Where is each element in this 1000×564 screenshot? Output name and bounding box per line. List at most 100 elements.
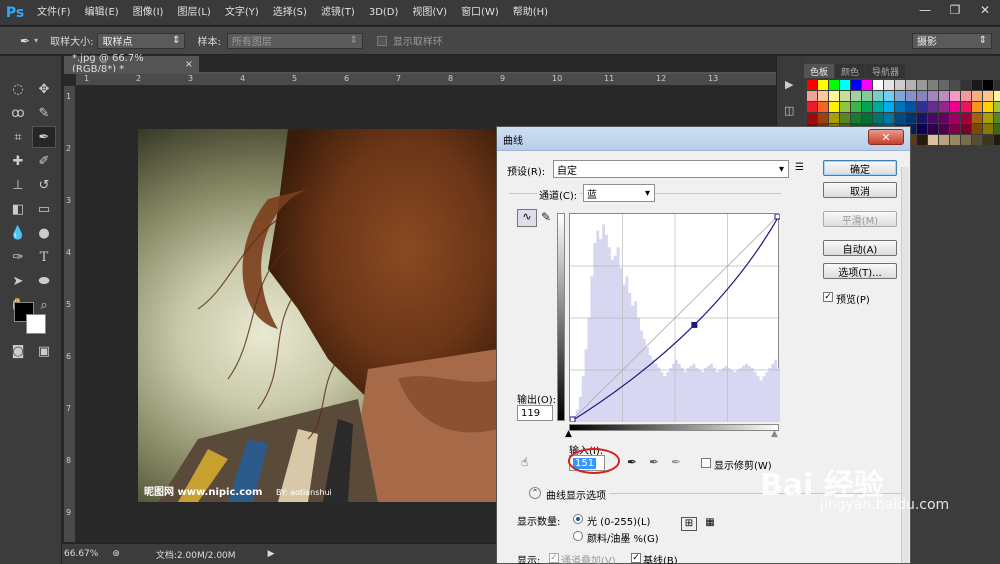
curve-point[interactable] (691, 321, 698, 328)
color-swatch[interactable] (884, 80, 894, 90)
color-swatch[interactable] (829, 113, 839, 123)
ok-button[interactable]: 确定 (823, 160, 897, 176)
color-swatch[interactable] (939, 113, 949, 123)
eraser-tool-icon[interactable]: ◧ (6, 198, 30, 220)
menu-item-1[interactable]: 编辑(E) (78, 0, 126, 26)
path-select-tool-icon[interactable]: ➤ (6, 270, 30, 292)
move-tool-icon[interactable]: ✥ (32, 78, 56, 100)
color-swatch[interactable] (906, 102, 916, 112)
color-swatch[interactable] (994, 80, 1000, 90)
color-swatch[interactable] (983, 113, 993, 123)
color-swatch[interactable] (961, 124, 971, 134)
color-swatch[interactable] (972, 135, 982, 145)
options-button[interactable]: 选项(T)... (823, 263, 897, 279)
channel-overlay-checkbox[interactable]: ✓ (549, 553, 559, 563)
light-radio[interactable] (573, 514, 583, 524)
white-point-slider-icon[interactable]: ▲ (771, 429, 778, 439)
preset-options-icon[interactable]: ☰ (795, 162, 804, 173)
color-swatch[interactable] (807, 91, 817, 101)
color-swatch[interactable] (972, 124, 982, 134)
grid-detailed-icon[interactable]: ▦ (703, 517, 717, 531)
color-swatch[interactable] (851, 113, 861, 123)
color-swatch[interactable] (950, 80, 960, 90)
color-swatch[interactable] (917, 135, 927, 145)
marquee-tool-icon[interactable]: ◌ (6, 78, 30, 100)
color-swatch[interactable] (807, 113, 817, 123)
color-swatch[interactable] (895, 102, 905, 112)
menu-item-5[interactable]: 选择(S) (266, 0, 314, 26)
color-swatch[interactable] (807, 102, 817, 112)
color-swatch[interactable] (818, 80, 828, 90)
color-swatch[interactable] (928, 102, 938, 112)
color-swatch[interactable] (961, 113, 971, 123)
hand-adjust-icon[interactable]: ☝ (521, 455, 528, 469)
color-swatch[interactable] (818, 113, 828, 123)
crop-tool-icon[interactable]: ⌗ (6, 126, 30, 148)
color-swatch[interactable] (873, 113, 883, 123)
curve-edit-icon[interactable]: ∿ (517, 209, 537, 227)
color-swatch[interactable] (862, 80, 872, 90)
color-swatch[interactable] (939, 91, 949, 101)
color-swatch[interactable] (994, 102, 1000, 112)
color-swatch[interactable] (950, 102, 960, 112)
color-swatch[interactable] (972, 91, 982, 101)
screen-mode-icon[interactable]: ▣ (32, 340, 56, 362)
color-swatch[interactable] (818, 91, 828, 101)
minimize-button[interactable]: — (910, 0, 940, 20)
menu-item-4[interactable]: 文字(Y) (218, 0, 266, 26)
color-swatch[interactable] (807, 80, 817, 90)
color-swatch[interactable] (939, 135, 949, 145)
menu-item-10[interactable]: 帮助(H) (506, 0, 555, 26)
healing-brush-tool-icon[interactable]: ✚ (6, 150, 30, 172)
color-swatch[interactable] (961, 91, 971, 101)
color-swatch[interactable] (829, 80, 839, 90)
blur-tool-icon[interactable]: 💧 (6, 222, 30, 244)
cancel-button[interactable]: 取消 (823, 182, 897, 198)
sample-size-select[interactable]: 取样点 ⇕ (97, 32, 186, 49)
color-swatch[interactable] (862, 102, 872, 112)
ellipse-tool-icon[interactable]: ⬬ (32, 270, 56, 292)
color-swatch[interactable] (840, 102, 850, 112)
status-icon[interactable]: ⊛ (112, 549, 120, 559)
color-swatch[interactable] (851, 91, 861, 101)
smooth-button[interactable]: 平滑(M) (823, 211, 897, 227)
curve-point[interactable] (774, 213, 781, 220)
color-swatch[interactable] (917, 91, 927, 101)
color-swatch[interactable] (961, 135, 971, 145)
lasso-tool-icon[interactable]: ꝏ (6, 102, 30, 124)
show-ring-checkbox[interactable] (376, 35, 387, 46)
eyedropper-tool-icon[interactable]: ✒ (32, 126, 56, 148)
color-swatch[interactable] (906, 80, 916, 90)
type-tool-icon[interactable]: T (32, 246, 56, 268)
zoom-tool-icon[interactable]: ⌕ (32, 294, 56, 316)
gradient-tool-icon[interactable]: ▭ (32, 198, 56, 220)
color-swatch[interactable] (851, 80, 861, 90)
menu-item-8[interactable]: 视图(V) (405, 0, 454, 26)
color-swatch[interactable] (983, 135, 993, 145)
tab-color[interactable]: 颜色 (835, 64, 866, 78)
history-brush-tool-icon[interactable]: ↺ (32, 174, 56, 196)
color-swatch[interactable] (928, 124, 938, 134)
color-swatch[interactable] (983, 91, 993, 101)
color-swatch[interactable] (873, 80, 883, 90)
color-swatch[interactable] (840, 91, 850, 101)
color-swatch[interactable] (994, 124, 1000, 134)
color-swatch[interactable] (950, 135, 960, 145)
channel-select[interactable]: 蓝 ▾ (583, 184, 655, 202)
color-swatch[interactable] (983, 102, 993, 112)
color-swatch[interactable] (950, 91, 960, 101)
color-swatch[interactable] (928, 135, 938, 145)
auto-button[interactable]: 自动(A) (823, 240, 897, 256)
tool-preset-arrow-icon[interactable]: ▾ (34, 36, 38, 45)
color-swatch[interactable] (862, 91, 872, 101)
color-swatch[interactable] (840, 113, 850, 123)
expand-icon[interactable]: ⌃ (529, 487, 541, 499)
play-icon[interactable]: ▶ (785, 78, 793, 91)
color-swatch[interactable] (983, 124, 993, 134)
stamp-tool-icon[interactable]: ⊥ (6, 174, 30, 196)
color-swatch[interactable] (994, 91, 1000, 101)
pencil-icon[interactable]: ✎ (541, 210, 551, 224)
black-point-slider-icon[interactable]: ▲ (565, 429, 572, 439)
black-eyedropper-icon[interactable]: ✒ (627, 455, 637, 469)
restore-button[interactable]: ❐ (940, 0, 970, 20)
